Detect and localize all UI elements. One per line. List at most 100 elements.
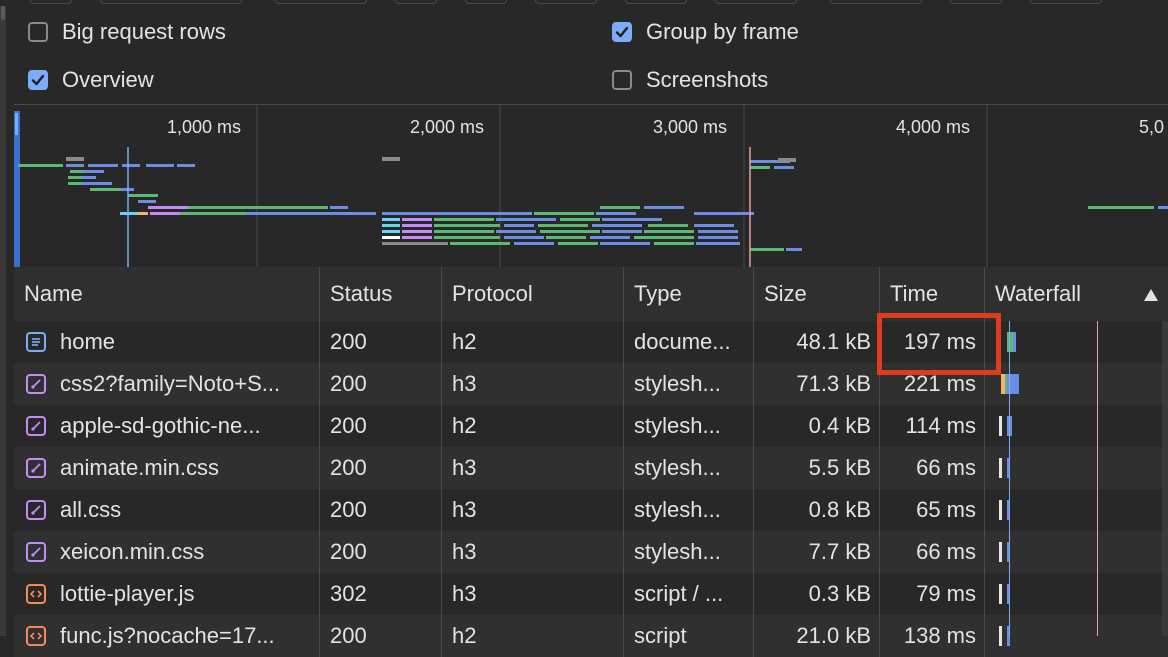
status-cell: 200 (320, 615, 442, 657)
stylesheet-icon (26, 542, 46, 562)
status-cell: 200 (320, 321, 442, 363)
overview-tick-label: 5,0 (1139, 117, 1165, 137)
overview-tick-label: 3,000 ms (653, 117, 728, 137)
table-row[interactable]: func.js?nocache=17... 200 h2 script 21.0 kB 1… (14, 615, 1168, 657)
waterfall-cell (985, 531, 1168, 573)
time-cell: 66 ms (880, 531, 985, 573)
type-cell: stylesh... (624, 489, 754, 531)
overview-tick-label: 2,000 ms (410, 117, 485, 137)
name-cell[interactable]: xeicon.min.css (14, 531, 320, 573)
group-by-frame-checkbox[interactable] (612, 22, 632, 42)
sort-ascending-icon (1144, 289, 1158, 301)
size-cell: 5.5 kB (754, 447, 880, 489)
waterfall-bar (999, 416, 1002, 436)
waterfall-cell (985, 573, 1168, 615)
left-scrollbar[interactable] (0, 0, 6, 636)
size-cell: 7.7 kB (754, 531, 880, 573)
status-cell: 200 (320, 489, 442, 531)
request-name: css2?family=Noto+S... (60, 371, 281, 396)
name-cell[interactable]: lottie-player.js (14, 573, 320, 615)
name-cell[interactable]: home (14, 321, 320, 363)
waterfall-bar (1013, 332, 1016, 352)
name-cell[interactable]: css2?family=Noto+S... (14, 363, 320, 405)
request-name: apple-sd-gothic-ne... (60, 413, 261, 438)
stylesheet-icon (26, 458, 46, 478)
column-header-type[interactable]: Type (624, 267, 754, 321)
network-overview-timeline[interactable]: 1,000 ms 2,000 ms 3,000 ms 4,000 ms 5,0 (14, 104, 1168, 268)
table-row[interactable]: apple-sd-gothic-ne... 200 h2 stylesh... 0.4 … (14, 405, 1168, 447)
status-cell: 200 (320, 531, 442, 573)
name-cell[interactable]: apple-sd-gothic-ne... (14, 405, 320, 447)
size-cell: 48.1 kB (754, 321, 880, 363)
waterfall-bar (999, 500, 1002, 520)
waterfall-bar (999, 542, 1002, 562)
toolbar-button[interactable] (715, 0, 797, 4)
column-header-size[interactable]: Size (754, 267, 880, 321)
toolbar-button[interactable] (625, 0, 687, 4)
group-by-frame-label: Group by frame (646, 19, 799, 44)
request-name: all.css (60, 497, 122, 522)
waterfall-cell (985, 489, 1168, 531)
waterfall-cell (985, 405, 1168, 447)
document-icon (26, 332, 46, 352)
big-request-rows-label: Big request rows (62, 19, 226, 44)
group-by-frame-option[interactable]: Group by frame (612, 17, 799, 47)
overview-tick-label: 4,000 ms (896, 117, 971, 137)
table-row[interactable]: xeicon.min.css 200 h3 stylesh... 7.7 kB 66 ms (14, 531, 1168, 573)
overview-checkbox[interactable] (28, 70, 48, 90)
screenshots-label: Screenshots (646, 67, 769, 92)
name-cell[interactable]: all.css (14, 489, 320, 531)
toolbar-button[interactable] (950, 0, 1002, 4)
type-cell: stylesh... (624, 447, 754, 489)
type-cell: stylesh... (624, 363, 754, 405)
time-cell: 65 ms (880, 489, 985, 531)
column-header-waterfall[interactable]: Waterfall (985, 267, 1168, 321)
column-header-name[interactable]: Name (14, 267, 320, 321)
waterfall-bar (999, 584, 1002, 604)
toolbar-button[interactable] (395, 0, 437, 4)
overview-tick-label: 1,000 ms (167, 117, 242, 137)
big-request-rows-checkbox[interactable] (28, 22, 48, 42)
time-highlight-box (877, 313, 1001, 375)
name-cell[interactable]: animate.min.css (14, 447, 320, 489)
big-request-rows-option[interactable]: Big request rows (28, 17, 226, 47)
protocol-cell: h3 (442, 489, 624, 531)
name-cell[interactable]: func.js?nocache=17... (14, 615, 320, 657)
table-row[interactable]: lottie-player.js 302 h3 script / ... 0.3 kB 7… (14, 573, 1168, 615)
protocol-cell: h2 (442, 405, 624, 447)
waterfall-bar (999, 458, 1002, 478)
waterfall-cell (985, 447, 1168, 489)
status-cell: 200 (320, 447, 442, 489)
toolbar-button[interactable] (1030, 0, 1102, 4)
table-row[interactable]: all.css 200 h3 stylesh... 0.8 kB 65 ms (14, 489, 1168, 531)
toolbar-button[interactable] (100, 0, 242, 4)
screenshots-checkbox[interactable] (612, 70, 632, 90)
screenshots-option[interactable]: Screenshots (612, 65, 768, 95)
toolbar-button[interactable] (275, 0, 367, 4)
request-name: animate.min.css (60, 455, 219, 480)
table-row[interactable]: animate.min.css 200 h3 stylesh... 5.5 kB 66 m… (14, 447, 1168, 489)
toolbar-button[interactable] (830, 0, 922, 4)
time-cell: 114 ms (880, 405, 985, 447)
column-header-protocol[interactable]: Protocol (442, 267, 624, 321)
request-name: xeicon.min.css (60, 539, 205, 564)
overview-selection-grip[interactable] (15, 113, 18, 135)
size-cell: 0.8 kB (754, 489, 880, 531)
toolbar-button[interactable] (535, 0, 597, 4)
type-cell: script / ... (624, 573, 754, 615)
overview-option[interactable]: Overview (28, 65, 154, 95)
protocol-cell: h3 (442, 573, 624, 615)
waterfall-cell (985, 363, 1168, 405)
toolbar-button[interactable] (30, 0, 72, 4)
waterfall-load-line (1097, 321, 1098, 636)
time-cell: 138 ms (880, 615, 985, 657)
column-header-status[interactable]: Status (320, 267, 442, 321)
type-cell: stylesh... (624, 405, 754, 447)
toolbar-button[interactable] (465, 0, 507, 4)
table-scrollbar[interactable] (1162, 321, 1168, 636)
size-cell: 71.3 kB (754, 363, 880, 405)
stylesheet-icon (26, 416, 46, 436)
status-cell: 200 (320, 363, 442, 405)
protocol-cell: h2 (442, 321, 624, 363)
request-name: home (60, 329, 116, 354)
